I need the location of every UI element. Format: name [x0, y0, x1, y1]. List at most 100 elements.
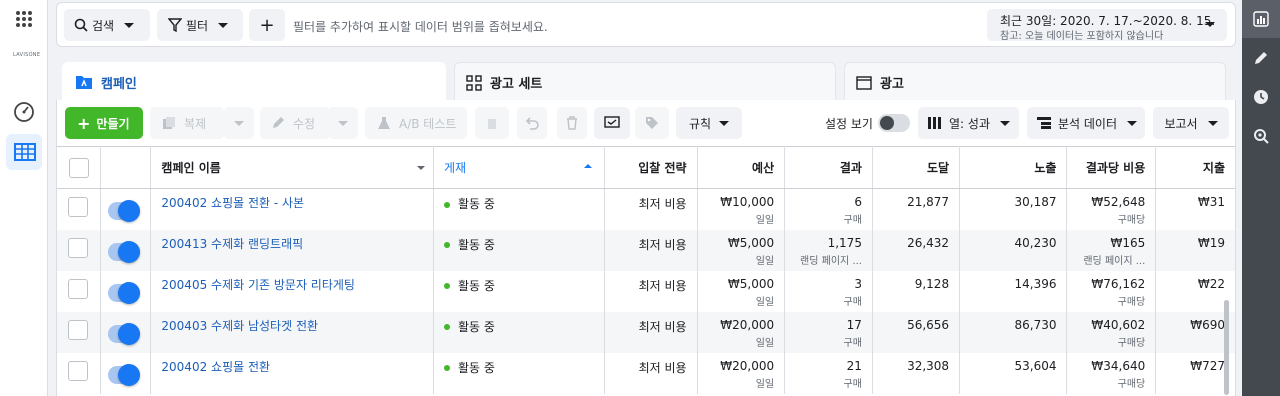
campaign-name-link[interactable]: 200405 수제화 기존 방문자 리타게팅: [161, 276, 423, 293]
search-label: 검색: [92, 18, 115, 33]
campaign-name-link[interactable]: 200403 수제화 남성타겟 전환: [161, 317, 423, 334]
row-toggle-cell: [100, 229, 152, 271]
add-filter-button[interactable]: +: [249, 9, 285, 41]
tab-campaigns[interactable]: 캠페인: [62, 62, 446, 102]
dashboard-gauge-icon[interactable]: [13, 101, 35, 123]
results-cell: 21 구매: [784, 352, 873, 394]
campaign-name-link[interactable]: 200402 쇼핑몰 전환: [161, 358, 423, 375]
pencil-icon: [273, 117, 284, 128]
tab-ad-sets[interactable]: 광고 세트: [454, 62, 836, 102]
cost-per-result-cell: ₩52,648 구매당: [1066, 188, 1157, 230]
campaign-folder-icon: [76, 76, 92, 89]
row-select-cell: [57, 270, 102, 312]
bar-chart-icon[interactable]: [1253, 11, 1269, 27]
table-row[interactable]: 200413 수제화 랜딩트래픽 활동 중 최저 비용 ₩5,000 일일 1,175 랜딩…: [57, 229, 1235, 271]
header-cost-per-result[interactable]: 결과당 비용: [1066, 146, 1157, 189]
search-button[interactable]: 검색: [64, 9, 150, 41]
duplicate-dropdown[interactable]: [224, 107, 254, 139]
budget-cell[interactable]: ₩5,000 일일: [697, 270, 786, 312]
budget-cell[interactable]: ₩20,000 일일: [697, 311, 786, 353]
campaign-name-link[interactable]: 200402 쇼핑몰 전환 - 사본: [161, 194, 423, 211]
rules-label: 규칙: [688, 116, 712, 131]
reach-cell: 26,432: [872, 229, 961, 271]
impressions-cell: 30,187: [959, 188, 1068, 230]
ad-set-grid-icon: [466, 74, 482, 91]
ab-test-button[interactable]: A/B 테스트: [365, 107, 467, 139]
delivery-status: 활동 중: [443, 277, 594, 294]
campaign-on-off-toggle[interactable]: [108, 322, 141, 345]
reports-button[interactable]: 보고서: [1153, 107, 1229, 139]
campaign-table: 캠페인 이름 게재 입찰 전략 예산 결과 도달 노출 결과당 비용 지출 20…: [57, 146, 1235, 394]
rules-button[interactable]: 규칙: [676, 107, 742, 139]
row-checkbox[interactable]: [68, 278, 88, 299]
ads-manager-table-icon[interactable]: [14, 141, 36, 163]
campaign-name-link[interactable]: 200413 수제화 랜딩트래픽: [161, 235, 423, 252]
toggle-knob: [118, 281, 141, 304]
header-reach[interactable]: 도달: [872, 146, 961, 189]
delete-button[interactable]: [557, 107, 587, 139]
results-cell: 3 구매: [784, 270, 873, 312]
select-all-checkbox[interactable]: [68, 157, 89, 178]
tab-ads[interactable]: 광고: [844, 62, 1226, 102]
campaign-on-off-toggle[interactable]: [108, 200, 141, 222]
row-checkbox[interactable]: [68, 319, 88, 340]
columns-button[interactable]: 열: 성과: [918, 107, 1019, 139]
campaign-name-cell: 200413 수제화 랜딩트래픽: [150, 229, 434, 271]
header-campaign-name[interactable]: 캠페인 이름: [150, 146, 434, 189]
row-toggle-cell: [100, 311, 152, 353]
campaign-on-off-toggle[interactable]: [108, 240, 141, 263]
undo-button[interactable]: [517, 107, 547, 139]
chevron-down-icon: [234, 120, 244, 126]
campaign-name-cell: 200405 수제화 기존 방문자 리타게팅: [150, 270, 434, 312]
table-row[interactable]: 200405 수제화 기존 방문자 리타게팅 활동 중 최저 비용 ₩5,000 일일 3…: [57, 270, 1235, 312]
header-delivery[interactable]: 게재: [433, 146, 606, 189]
create-button[interactable]: + 만들기: [65, 107, 143, 139]
date-range-picker[interactable]: 최근 30일: 2020. 7. 17.~2020. 8. 15. 참고: 오늘…: [987, 9, 1227, 42]
row-checkbox[interactable]: [68, 360, 88, 381]
table-row[interactable]: 200402 쇼핑몰 전환 활동 중 최저 비용 ₩20,000 일일 21 구매 32,30…: [57, 352, 1235, 394]
vertical-scrollbar[interactable]: [1224, 300, 1229, 395]
header-amount-spent[interactable]: 지출: [1155, 146, 1235, 189]
toggle-knob: [880, 116, 894, 130]
columns-icon: [928, 117, 941, 129]
edit-dropdown[interactable]: [328, 107, 358, 139]
search-inspect-icon[interactable]: [1253, 128, 1269, 144]
header-impressions[interactable]: 노출: [959, 146, 1068, 189]
clock-icon[interactable]: [1253, 89, 1269, 105]
chevron-down-icon: [338, 120, 348, 126]
results-cell: 17 구매: [784, 311, 873, 353]
table-row[interactable]: 200402 쇼핑몰 전환 - 사본 활동 중 최저 비용 ₩10,000 일일 6 구매 2…: [57, 188, 1235, 230]
campaign-on-off-toggle[interactable]: [108, 281, 141, 304]
budget-cell[interactable]: ₩10,000 일일: [697, 188, 786, 230]
edit-button[interactable]: 수정: [260, 107, 330, 139]
header-budget[interactable]: 예산: [697, 146, 786, 189]
header-bid-strategy[interactable]: 입찰 전략: [604, 146, 698, 189]
table-row[interactable]: 200403 수제화 남성타겟 전환 활동 중 최저 비용 ₩20,000 일일 17 구매…: [57, 311, 1235, 353]
header-results[interactable]: 결과: [784, 146, 873, 189]
row-checkbox[interactable]: [68, 197, 88, 217]
apps-grid-icon[interactable]: [16, 11, 32, 27]
amount-spent-cell: ₩31: [1197, 195, 1225, 209]
view-setup-toggle[interactable]: [878, 114, 910, 132]
ab-test-label: A/B 테스트: [399, 116, 457, 131]
budget-cell[interactable]: ₩20,000 일일: [697, 352, 786, 394]
sort-ascending-icon: [584, 164, 593, 168]
duplicate-button[interactable]: 복제: [150, 107, 224, 139]
brand-logo: LAVISONE: [13, 52, 41, 58]
delete-inline-button[interactable]: [475, 107, 509, 139]
row-select-cell: [57, 352, 102, 394]
pencil-icon[interactable]: [1253, 50, 1269, 66]
breakdown-button[interactable]: 분석 데이터: [1027, 107, 1145, 139]
budget-cell[interactable]: ₩5,000 일일: [697, 229, 786, 271]
filter-button[interactable]: 필터: [157, 9, 243, 41]
duplicate-label: 복제: [184, 116, 207, 131]
campaign-name-cell: 200402 쇼핑몰 전환: [150, 352, 434, 394]
reach-cell: 21,877: [872, 188, 961, 230]
tag-button[interactable]: [635, 107, 669, 139]
search-icon: [74, 18, 88, 32]
row-checkbox[interactable]: [68, 237, 88, 258]
chevron-down-icon: [1205, 22, 1215, 27]
chevron-down-icon: [218, 22, 229, 28]
campaign-on-off-toggle[interactable]: [108, 363, 141, 386]
preview-button[interactable]: [594, 107, 630, 139]
